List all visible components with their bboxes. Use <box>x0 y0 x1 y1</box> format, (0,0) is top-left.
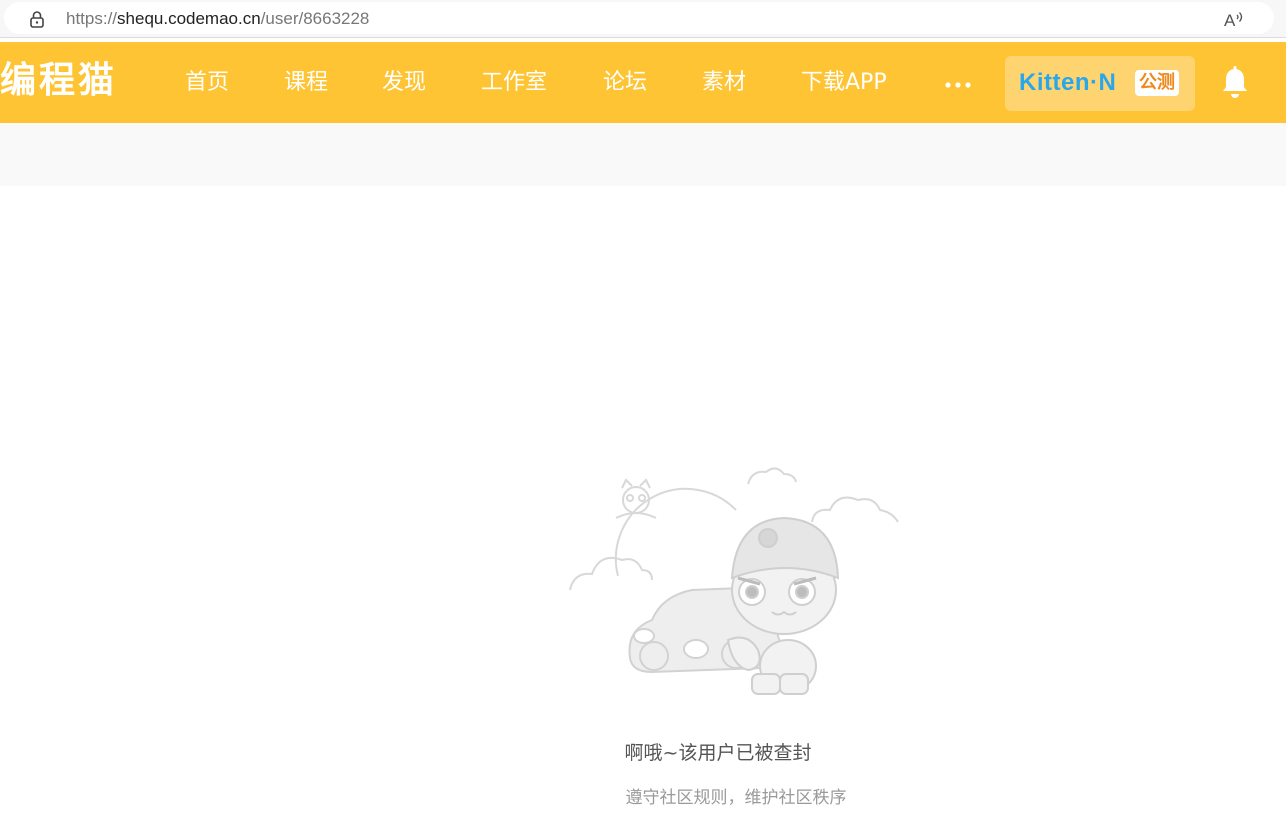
nav-item-studio[interactable]: 工作室 <box>481 68 547 98</box>
lock-icon[interactable] <box>28 10 46 28</box>
nav-item-materials[interactable]: 素材 <box>702 68 746 98</box>
url-host: shequ.codemao.cn <box>117 9 261 28</box>
kitten-n-beta-link[interactable]: Kitten·N 公测 <box>1005 56 1195 111</box>
address-field[interactable]: https://shequ.codemao.cn/user/8663228 A <box>4 2 1274 34</box>
url-text[interactable]: https://shequ.codemao.cn/user/8663228 <box>66 9 369 29</box>
empty-state-title: 啊哦~该用户已被查封 <box>624 742 812 764</box>
nav-item-discover[interactable]: 发现 <box>382 68 426 98</box>
site-navbar: 编程猫 首页 课程 发现 工作室 论坛 素材 下载APP Kitten·N 公测 <box>0 42 1286 123</box>
browser-address-bar: https://shequ.codemao.cn/user/8663228 A <box>0 0 1286 38</box>
empty-state-subtitle: 遵守社区规则，维护社区秩序 <box>625 788 847 808</box>
nav-item-download-app[interactable]: 下载APP <box>801 68 887 98</box>
kitten-beta-tag: 公测 <box>1135 70 1179 96</box>
url-path: /user/8663228 <box>260 9 370 28</box>
url-prefix: https:// <box>66 9 118 28</box>
banned-user-illustration <box>569 467 899 695</box>
read-aloud-icon[interactable]: A <box>1224 9 1246 29</box>
kitten-n-label: Kitten·N <box>1019 69 1117 96</box>
nav-item-forum[interactable]: 论坛 <box>603 68 647 98</box>
site-logo[interactable]: 编程猫 <box>0 56 117 106</box>
nav-item-courses[interactable]: 课程 <box>284 68 328 98</box>
sub-navigation-strip <box>0 123 1286 186</box>
more-dots-icon[interactable] <box>944 68 974 98</box>
nav-item-home[interactable]: 首页 <box>185 68 229 98</box>
svg-text:A: A <box>1224 11 1236 29</box>
bell-icon[interactable] <box>1220 66 1250 100</box>
